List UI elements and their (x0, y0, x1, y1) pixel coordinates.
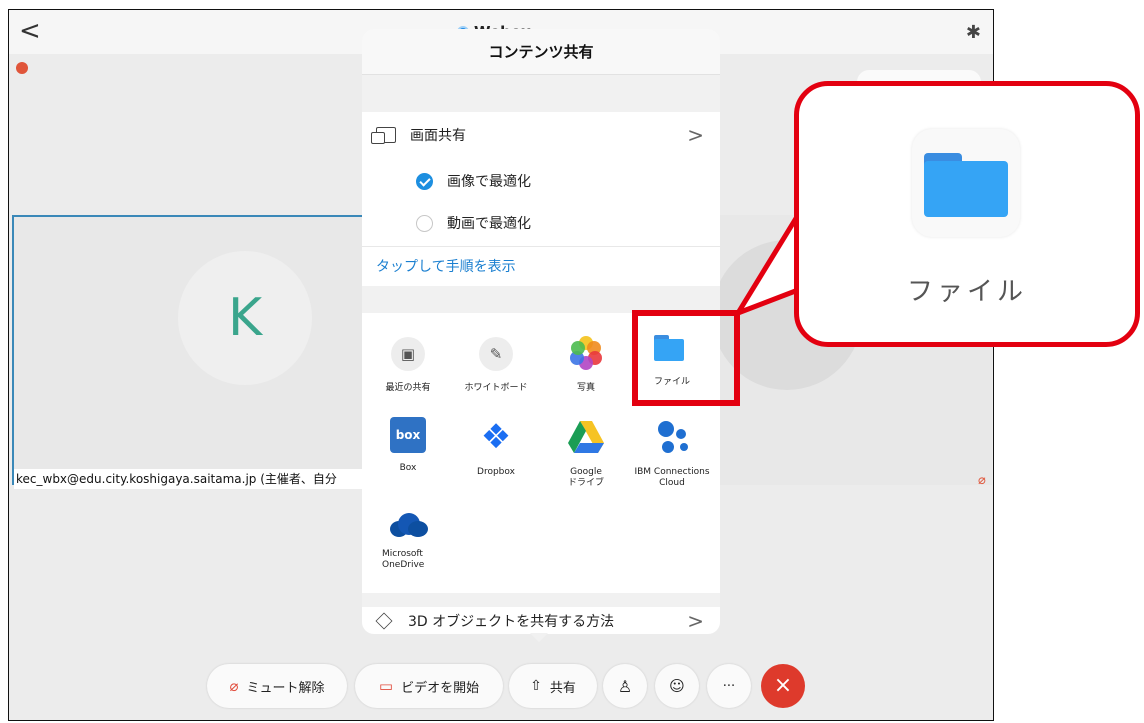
app-photos[interactable]: 写真 (542, 333, 630, 394)
chevron-right-icon: > (687, 123, 704, 147)
app-whiteboard[interactable]: ✎ ホワイトボード (452, 333, 540, 394)
more-icon: ··· (722, 678, 736, 694)
app-label: Dropbox (477, 467, 515, 477)
google-drive-logo-icon (566, 417, 606, 457)
end-call-button[interactable]: × (761, 664, 805, 708)
app-label: 写真 (576, 383, 595, 393)
3d-object-label: 3D オブジェクトを共有する方法 (408, 613, 615, 630)
participants-button[interactable]: ♙ (603, 664, 647, 708)
screen-share-label: 画面共有 (410, 128, 466, 144)
app-label: IBM Connections Cloud (634, 467, 710, 488)
cube-icon (375, 612, 393, 629)
optimize-video-label: 動画で最適化 (447, 216, 531, 232)
app-label: Google ドライブ (567, 467, 604, 488)
callout-bubble: ファイル (794, 81, 1140, 347)
share-button[interactable]: ⇧ 共有 (509, 664, 597, 708)
chevron-right-icon: > (687, 608, 704, 633)
radio-unchecked-icon (416, 214, 433, 232)
whiteboard-edit-icon: ✎ (479, 337, 513, 371)
unmute-button[interactable]: ⌀ ミュート解除 (207, 664, 347, 708)
reaction-smiley-icon: ☺ (669, 677, 685, 695)
app-box[interactable]: box Box (364, 417, 452, 474)
mic-muted-icon: ⌀ (229, 677, 239, 695)
start-video-button[interactable]: ▭ ビデオを開始 (355, 664, 503, 708)
video-off-icon: ▭ (378, 677, 394, 695)
app-label: 最近の共有 (385, 383, 431, 393)
share-icon: ⇧ (530, 678, 542, 694)
popup-title: コンテンツ共有 (362, 29, 720, 75)
meeting-toolbar: ⌀ ミュート解除 ▭ ビデオを開始 ⇧ 共有 ♙ ☺ ··· × (9, 664, 993, 712)
dropbox-logo-icon: ❖ (480, 417, 512, 457)
ibm-connections-icon (652, 417, 692, 457)
photos-icon (566, 333, 606, 373)
optimize-image-label: 画像で最適化 (447, 174, 531, 190)
show-instructions-link[interactable]: タップして手順を表示 (362, 246, 720, 284)
back-icon[interactable]: < (19, 18, 41, 44)
callout-seam (799, 218, 805, 288)
app-onedrive[interactable]: Microsoft OneDrive (364, 509, 452, 571)
optimize-video-option[interactable]: 動画で最適化 (362, 202, 720, 244)
bluetooth-icon[interactable]: ✱ (966, 22, 981, 43)
box-logo-icon: box (390, 417, 426, 453)
app-dropbox[interactable]: ❖ Dropbox (452, 417, 540, 478)
optimize-image-option[interactable]: 画像で最適化 (362, 160, 720, 202)
participants-icon: ♙ (617, 676, 633, 696)
app-google-drive[interactable]: Google ドライブ (542, 417, 630, 489)
share-label: 共有 (549, 680, 576, 696)
more-options-button[interactable]: ··· (707, 664, 751, 708)
muted-mic-icon: ⌀ (978, 473, 986, 488)
app-recent-shares[interactable]: ▣ 最近の共有 (364, 333, 452, 394)
participant-name: kec_wbx@edu.city.koshigaya.saitama.jp (主… (14, 469, 374, 489)
screen-share-row[interactable]: 画面共有 > (362, 112, 720, 158)
reactions-button[interactable]: ☺ (655, 664, 699, 708)
unmute-label: ミュート解除 (246, 680, 325, 696)
recent-file-icon: ▣ (391, 337, 425, 371)
onedrive-cloud-icon (386, 509, 430, 539)
app-ibm-connections[interactable]: IBM Connections Cloud (628, 417, 716, 489)
popup-pointer (530, 633, 548, 642)
radio-checked-icon (416, 172, 433, 190)
screen-share-icon (371, 127, 396, 144)
highlight-box (632, 310, 740, 406)
folder-icon (912, 129, 1020, 237)
recording-indicator-icon (16, 62, 28, 74)
app-label: ホワイトボード (464, 383, 528, 393)
start-video-label: ビデオを開始 (401, 680, 480, 696)
callout-label: ファイル (906, 277, 1027, 307)
avatar: K (178, 251, 312, 385)
app-label: Microsoft OneDrive (382, 549, 425, 570)
app-label: Box (399, 463, 417, 473)
3d-object-share-row[interactable]: 3D オブジェクトを共有する方法 > (362, 607, 720, 634)
screen-share-section: 画面共有 > 画像で最適化 動画で最適化 タップして手順を表示 (362, 112, 720, 286)
